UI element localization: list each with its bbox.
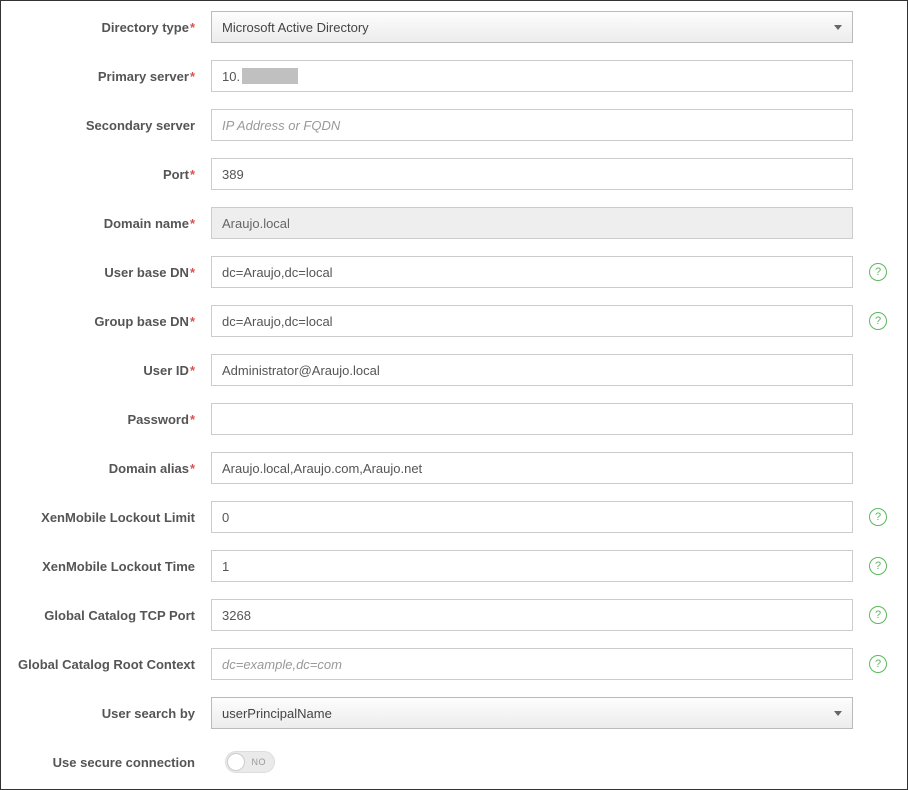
label-secondary-server: Secondary server xyxy=(11,118,211,133)
row-domain-name: Domain name* xyxy=(11,207,887,239)
label-lockout-limit: XenMobile Lockout Limit xyxy=(11,510,211,525)
required-marker: * xyxy=(190,265,195,280)
label-gc-tcp-port: Global Catalog TCP Port xyxy=(11,608,211,623)
help-icon[interactable]: ? xyxy=(869,508,887,526)
label-domain-name: Domain name* xyxy=(11,216,211,231)
help-icon[interactable]: ? xyxy=(869,263,887,281)
chevron-down-icon xyxy=(834,711,842,716)
label-domain-alias: Domain alias* xyxy=(11,461,211,476)
required-marker: * xyxy=(190,167,195,182)
primary-server-input[interactable]: 10. xyxy=(211,60,853,92)
label-user-id: User ID* xyxy=(11,363,211,378)
required-marker: * xyxy=(190,314,195,329)
row-directory-type: Directory type* Microsoft Active Directo… xyxy=(11,11,887,43)
label-user-search-by: User search by xyxy=(11,706,211,721)
label-lockout-time: XenMobile Lockout Time xyxy=(11,559,211,574)
row-domain-alias: Domain alias* xyxy=(11,452,887,484)
toggle-label: NO xyxy=(252,757,267,767)
label-primary-server: Primary server* xyxy=(11,69,211,84)
label-group-base-dn: Group base DN* xyxy=(11,314,211,329)
required-marker: * xyxy=(190,461,195,476)
label-directory-type: Directory type* xyxy=(11,20,211,35)
ldap-config-form: Directory type* Microsoft Active Directo… xyxy=(0,0,908,790)
chevron-down-icon xyxy=(834,25,842,30)
row-user-id: User ID* xyxy=(11,354,887,386)
help-icon[interactable]: ? xyxy=(869,655,887,673)
help-icon[interactable]: ? xyxy=(869,312,887,330)
help-icon[interactable]: ? xyxy=(869,606,887,624)
use-secure-toggle[interactable]: NO xyxy=(225,751,275,773)
row-use-secure: Use secure connection NO xyxy=(11,746,887,778)
user-base-dn-input[interactable] xyxy=(211,256,853,288)
secondary-server-input[interactable] xyxy=(211,109,853,141)
required-marker: * xyxy=(190,20,195,35)
help-icon[interactable]: ? xyxy=(869,557,887,575)
directory-type-value: Microsoft Active Directory xyxy=(222,20,834,35)
primary-server-prefix: 10. xyxy=(222,69,240,84)
label-port: Port* xyxy=(11,167,211,182)
row-port: Port* xyxy=(11,158,887,190)
lockout-time-input[interactable] xyxy=(211,550,853,582)
required-marker: * xyxy=(190,412,195,427)
row-lockout-limit: XenMobile Lockout Limit ? xyxy=(11,501,887,533)
row-lockout-time: XenMobile Lockout Time ? xyxy=(11,550,887,582)
label-password: Password* xyxy=(11,412,211,427)
row-user-search-by: User search by userPrincipalName xyxy=(11,697,887,729)
group-base-dn-input[interactable] xyxy=(211,305,853,337)
label-gc-root-context: Global Catalog Root Context xyxy=(11,657,211,672)
password-input[interactable] xyxy=(211,403,853,435)
row-primary-server: Primary server* 10. xyxy=(11,60,887,92)
redacted-block xyxy=(242,68,298,84)
row-gc-tcp-port: Global Catalog TCP Port ? xyxy=(11,599,887,631)
required-marker: * xyxy=(190,216,195,231)
row-gc-root-context: Global Catalog Root Context ? xyxy=(11,648,887,680)
label-use-secure: Use secure connection xyxy=(11,755,211,770)
gc-tcp-port-input[interactable] xyxy=(211,599,853,631)
port-input[interactable] xyxy=(211,158,853,190)
directory-type-select[interactable]: Microsoft Active Directory xyxy=(211,11,853,43)
label-user-base-dn: User base DN* xyxy=(11,265,211,280)
row-password: Password* xyxy=(11,403,887,435)
user-id-input[interactable] xyxy=(211,354,853,386)
lockout-limit-input[interactable] xyxy=(211,501,853,533)
user-search-by-value: userPrincipalName xyxy=(222,706,834,721)
row-group-base-dn: Group base DN* ? xyxy=(11,305,887,337)
gc-root-context-input[interactable] xyxy=(211,648,853,680)
toggle-knob xyxy=(227,753,245,771)
row-secondary-server: Secondary server xyxy=(11,109,887,141)
required-marker: * xyxy=(190,69,195,84)
row-user-base-dn: User base DN* ? xyxy=(11,256,887,288)
domain-alias-input[interactable] xyxy=(211,452,853,484)
user-search-by-select[interactable]: userPrincipalName xyxy=(211,697,853,729)
domain-name-input xyxy=(211,207,853,239)
required-marker: * xyxy=(190,363,195,378)
